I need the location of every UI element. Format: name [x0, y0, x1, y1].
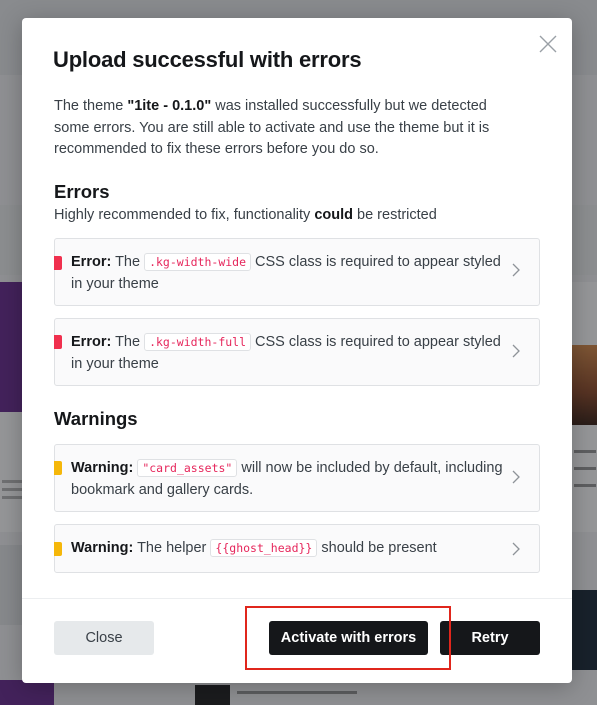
warning-indicator — [54, 461, 62, 475]
css-class-code: .kg-width-full — [144, 333, 252, 351]
modal-footer-divider — [22, 598, 572, 599]
error-indicator — [54, 256, 62, 270]
warning-item[interactable]: Warning: "card_assets" will now be inclu… — [54, 444, 540, 512]
modal-title: Upload successful with errors — [53, 47, 362, 72]
chevron-right-icon — [511, 542, 521, 556]
close-icon[interactable] — [538, 34, 558, 54]
error-item[interactable]: Error: The .kg-width-full CSS class is r… — [54, 318, 540, 386]
error-item[interactable]: Error: The .kg-width-wide CSS class is r… — [54, 238, 540, 306]
error-indicator — [54, 335, 62, 349]
warning-item[interactable]: Warning: The helper {{ghost_head}} shoul… — [54, 524, 540, 573]
close-button[interactable]: Close — [54, 621, 154, 655]
chevron-right-icon — [511, 344, 521, 358]
css-class-code: .kg-width-wide — [144, 253, 252, 271]
theme-name: "1ite - 0.1.0" — [127, 98, 212, 114]
errors-subtitle: Highly recommended to fix, functionality… — [54, 207, 437, 223]
warnings-heading: Warnings — [54, 408, 138, 429]
asset-code: "card_assets" — [137, 459, 238, 477]
chevron-right-icon — [511, 470, 521, 484]
chevron-right-icon — [511, 263, 521, 277]
helper-code: {{ghost_head}} — [210, 539, 318, 557]
highlight-box — [245, 606, 451, 670]
warning-indicator — [54, 542, 62, 556]
errors-heading: Errors — [54, 181, 110, 202]
modal-intro: The theme "1ite - 0.1.0" was installed s… — [54, 98, 490, 157]
retry-button[interactable]: Retry — [440, 621, 540, 655]
upload-result-modal: Upload successful with errors The theme … — [22, 18, 572, 683]
